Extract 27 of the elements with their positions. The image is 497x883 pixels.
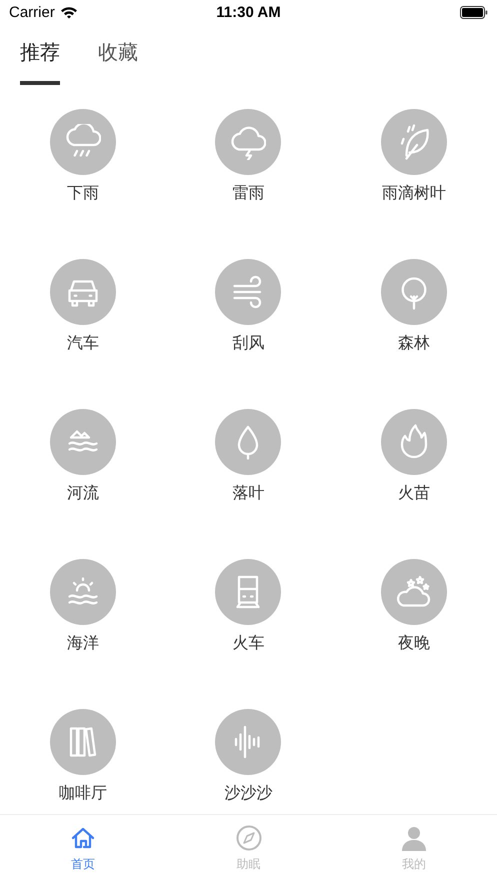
category-tab[interactable]: 推荐: [20, 37, 60, 85]
storm-cloud-icon: [230, 124, 266, 160]
sound-label: 森林: [398, 333, 430, 354]
nav-tab[interactable]: 我的: [331, 815, 497, 883]
sound-label: 下雨: [66, 183, 99, 204]
sound-label: 沙沙沙: [224, 783, 272, 804]
sound-label: 海洋: [66, 633, 99, 654]
category-tab[interactable]: 收藏: [98, 37, 138, 85]
nav-tab[interactable]: 助眠: [166, 815, 332, 883]
wifi-icon: [60, 6, 78, 19]
status-time: 11:30 AM: [216, 4, 281, 21]
carrier-name: Carrier: [9, 4, 55, 21]
sound-label: 河流: [66, 483, 99, 504]
sound-label: 落叶: [232, 483, 264, 504]
user-icon: [401, 825, 428, 851]
nav-tab[interactable]: 首页: [0, 815, 166, 883]
sound-label: 雷雨: [232, 183, 264, 204]
sound-label: 火车: [232, 633, 264, 654]
compass-icon: [236, 825, 262, 851]
sound-label: 雨滴树叶: [382, 183, 446, 204]
sound-label: 咖啡厅: [58, 783, 107, 804]
sound-label: 汽车: [66, 333, 99, 354]
sound-label: 刮风: [232, 333, 264, 354]
home-icon: [70, 825, 96, 851]
battery-icon: [460, 6, 488, 19]
sound-label: 火苗: [398, 483, 430, 504]
sound-label: 夜晚: [398, 633, 430, 654]
